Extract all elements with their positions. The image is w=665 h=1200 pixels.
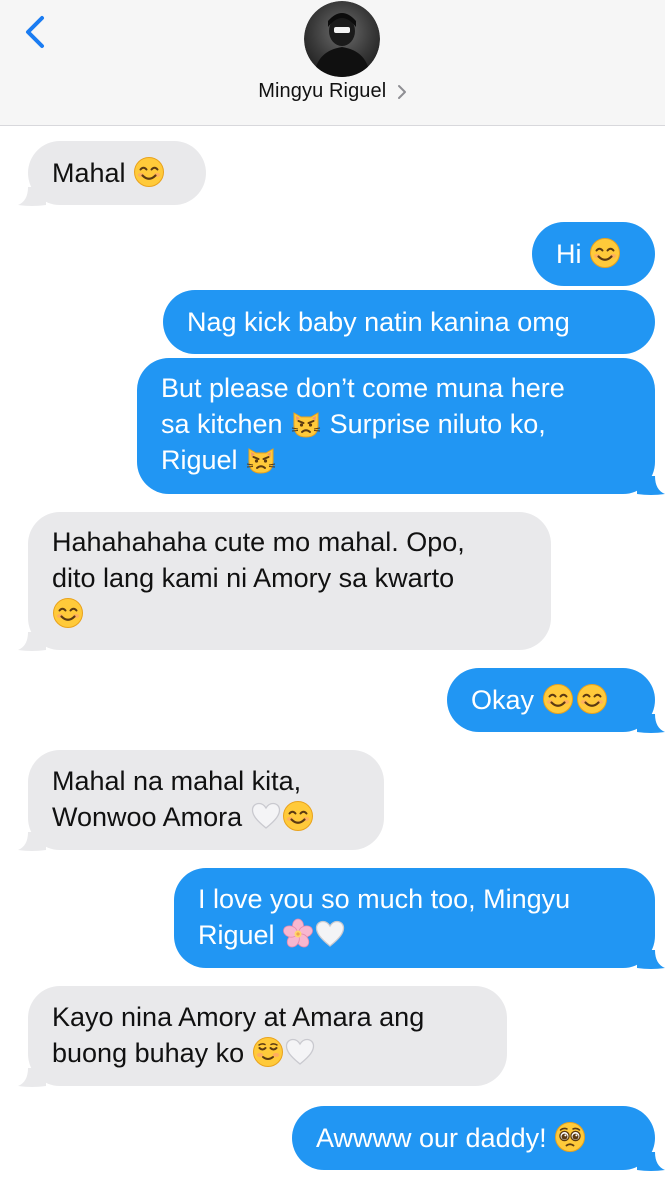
message-text-line: sa kitchen Surprise niluto ko,: [161, 406, 631, 442]
received-bubble-tail: [18, 832, 46, 851]
message-text: Wonwoo Amora: [52, 802, 243, 832]
message-text-line: Wonwoo Amora: [52, 799, 360, 835]
message-text-line: Mahal: [52, 155, 182, 191]
message-text: Kayo nina Amory at Amara ang: [52, 1002, 425, 1032]
sent-bubble-tail: [637, 1152, 665, 1171]
white-heart-icon: [314, 918, 346, 950]
sent-message-bubble[interactable]: But please don’t come muna here sa kitch…: [137, 358, 655, 494]
conversation-header: Mingyu Riguel: [0, 0, 665, 126]
message-text: Okay: [471, 685, 535, 715]
message-text: Surprise niluto ko,: [329, 409, 546, 439]
message-text: sa kitchen: [161, 409, 283, 439]
chevron-right-icon: [397, 84, 406, 99]
sent-bubble-tail: [637, 714, 665, 733]
message-text: Hahahahaha cute mo mahal. Opo,: [52, 527, 465, 557]
pleading-face-icon: [554, 1121, 586, 1153]
avatar: [304, 1, 380, 77]
message-text-line: Okay: [471, 682, 631, 718]
received-message-bubble[interactable]: Kayo nina Amory at Amara ang buong buhay…: [28, 986, 507, 1086]
received-bubble-tail: [18, 632, 46, 651]
white-heart-icon: [250, 800, 282, 832]
message-text: But please don’t come muna here: [161, 373, 565, 403]
received-message-bubble[interactable]: Hahahahaha cute mo mahal. Opo, dito lang…: [28, 512, 551, 650]
message-text: dito lang kami ni Amory sa kwarto: [52, 563, 455, 593]
pouting-cat-icon: [245, 443, 277, 475]
message-text-line: buong buhay ko: [52, 1035, 483, 1071]
message-text: Awwww our daddy!: [316, 1123, 547, 1153]
back-button[interactable]: [18, 10, 58, 54]
message-text-line: [52, 596, 527, 632]
sent-message-bubble[interactable]: Awwww our daddy!: [292, 1106, 655, 1170]
received-message-bubble[interactable]: Mahal: [28, 141, 206, 205]
smiling-face-icon: [282, 800, 314, 832]
message-text-line: Riguel: [161, 442, 631, 478]
message-text: Nag kick baby natin kanina omg: [187, 307, 570, 337]
message-text-line: Riguel: [198, 917, 631, 953]
message-text-line: Hi: [556, 236, 631, 272]
contact-name-button[interactable]: Mingyu Riguel: [0, 80, 665, 112]
sent-bubble-tail: [637, 476, 665, 495]
chevron-left-icon: [26, 16, 44, 48]
received-bubble-tail: [18, 187, 46, 206]
sent-bubble-tail: [637, 950, 665, 969]
smiling-face-icon: [589, 237, 621, 269]
pouting-cat-icon: [290, 407, 322, 439]
sent-message-bubble[interactable]: Nag kick baby natin kanina omg: [163, 290, 655, 354]
sent-message-bubble[interactable]: I love you so much too, Mingyu Riguel: [174, 868, 655, 968]
white-heart-icon: [284, 1036, 316, 1068]
relieved-face-icon: [252, 1036, 284, 1068]
smiling-face-icon: [133, 156, 165, 188]
contact-name: Mingyu Riguel: [258, 80, 387, 102]
message-text: Mahal: [52, 158, 126, 188]
message-text: I love you so much too, Mingyu: [198, 884, 571, 914]
smiling-face-icon: [576, 683, 608, 715]
sent-message-bubble[interactable]: Okay: [447, 668, 655, 732]
cherry-blossom-icon: [282, 918, 314, 950]
sent-message-bubble[interactable]: Hi: [532, 222, 655, 286]
contact-avatar[interactable]: [304, 1, 380, 77]
message-text: buong buhay ko: [52, 1038, 245, 1068]
received-message-bubble[interactable]: Mahal na mahal kita, Wonwoo Amora: [28, 750, 384, 850]
smiling-face-icon: [52, 597, 84, 629]
message-thread-screen: Mingyu Riguel Mahal Hi Nag kick baby nat…: [0, 0, 665, 1200]
message-text: Riguel: [161, 445, 238, 475]
smiling-face-icon: [542, 683, 574, 715]
received-bubble-tail: [18, 1068, 46, 1087]
message-text: Hi: [556, 239, 582, 269]
message-text-line: Awwww our daddy!: [316, 1120, 631, 1156]
message-text: Riguel: [198, 920, 275, 950]
message-text: Mahal na mahal kita,: [52, 766, 302, 796]
